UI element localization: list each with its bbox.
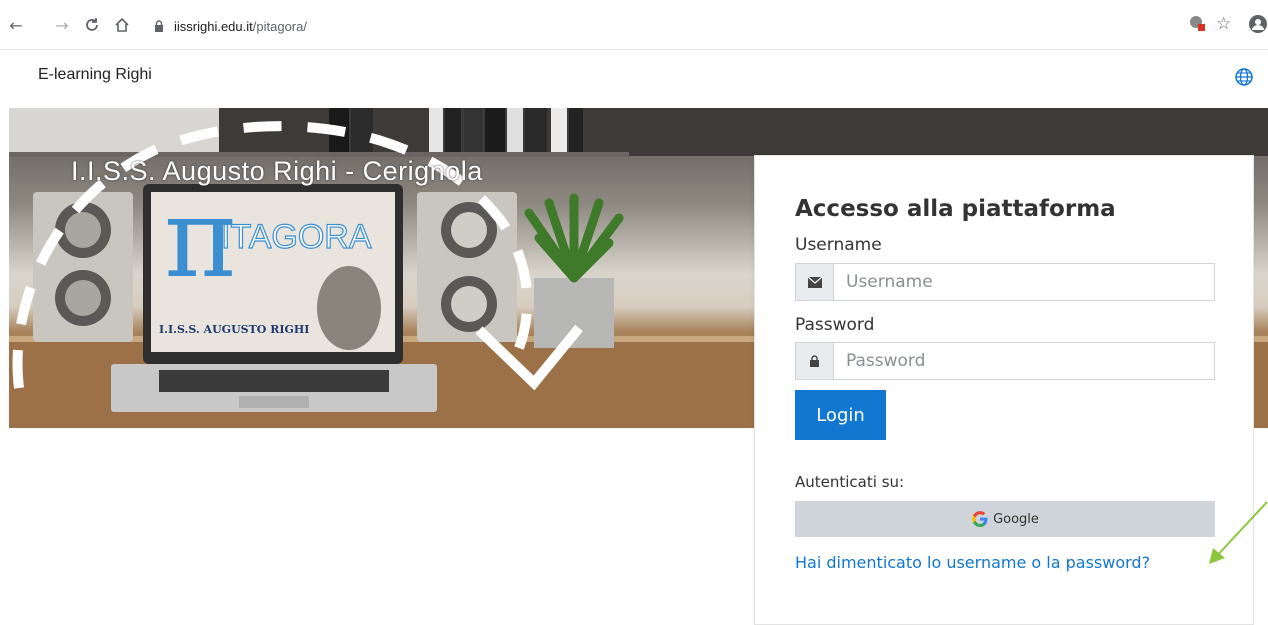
extension-icon[interactable]: [1188, 14, 1206, 37]
username-input[interactable]: [834, 264, 1214, 300]
address-bar[interactable]: iissrighi.edu.it/pitagora/: [142, 12, 1222, 40]
browser-toolbar: ← → iissrighi.edu.it/pitagora/ ☆: [0, 0, 1268, 50]
password-input-group: [795, 342, 1215, 380]
profile-icon[interactable]: [1248, 14, 1268, 39]
forgot-credentials-link[interactable]: Hai dimenticato lo username o la passwor…: [795, 553, 1150, 572]
auth-provider-label: Autenticati su:: [795, 473, 905, 491]
username-input-group: [795, 263, 1215, 301]
password-label: Password: [795, 315, 875, 335]
login-button[interactable]: Login: [795, 390, 886, 440]
back-arrow-icon[interactable]: ←: [6, 15, 26, 35]
reload-icon[interactable]: [82, 15, 102, 35]
envelope-icon: [796, 264, 834, 300]
language-globe-icon[interactable]: [1234, 67, 1254, 87]
site-header: E-learning Righi: [0, 50, 1268, 108]
hero-title: I.I.S.S. Augusto Righi - Cerignola: [71, 156, 483, 186]
login-panel: Accesso alla piattaforma Username Passwo…: [754, 155, 1254, 625]
forward-arrow-icon[interactable]: →: [52, 15, 72, 35]
username-label: Username: [795, 235, 882, 255]
annotation-arrow-icon: [1209, 501, 1268, 564]
google-login-button[interactable]: Google: [795, 501, 1215, 537]
site-name-link[interactable]: E-learning Righi: [38, 66, 152, 84]
login-title: Accesso alla piattaforma: [795, 196, 1116, 222]
password-input[interactable]: [834, 343, 1214, 379]
google-button-label: Google: [993, 511, 1039, 527]
lock-icon: [796, 343, 834, 379]
lock-icon: [155, 20, 163, 32]
laptop-logo-text: ITAGORA: [221, 218, 372, 256]
home-icon[interactable]: [112, 15, 132, 35]
laptop-school-text: I.I.S.S. AUGUSTO RIGHI: [159, 323, 309, 336]
url-text: iissrighi.edu.it/pitagora/: [174, 18, 307, 34]
google-g-icon: [972, 511, 988, 527]
bookmark-star-icon[interactable]: ☆: [1216, 14, 1231, 34]
